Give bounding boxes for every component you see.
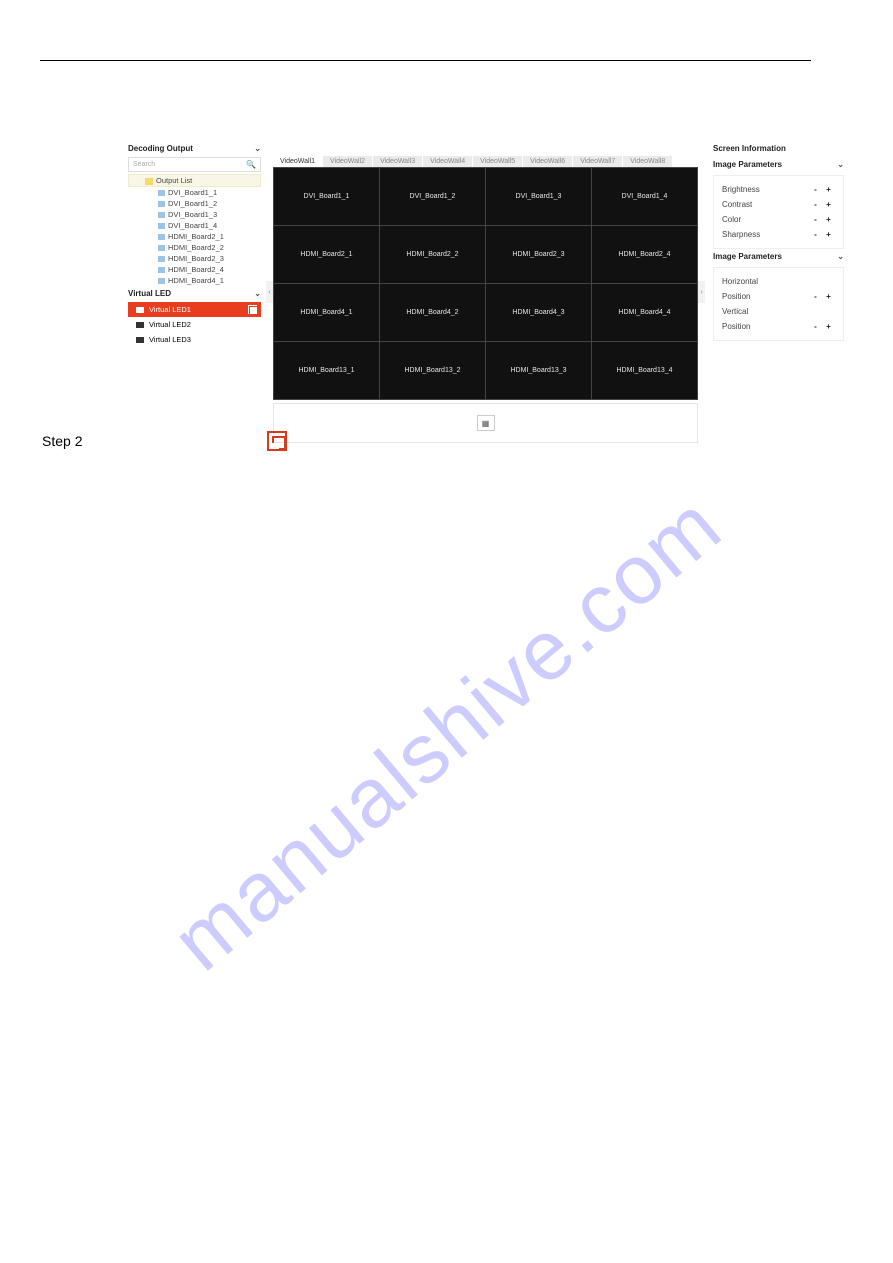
tab-videowall[interactable]: VideoWall4 xyxy=(423,156,472,167)
tree-item[interactable]: DVI_Board1_2 xyxy=(128,198,261,209)
device-icon xyxy=(158,234,165,240)
param-label: Color xyxy=(722,215,809,224)
collapse-left-button[interactable]: ‹ xyxy=(266,281,273,303)
tab-videowall[interactable]: VideoWall7 xyxy=(573,156,622,167)
increase-button[interactable]: + xyxy=(822,200,835,209)
device-icon xyxy=(158,190,165,196)
grid-layout-button[interactable]: ▦ xyxy=(477,415,495,431)
tree-item[interactable]: HDMI_Board4_1 xyxy=(128,275,261,286)
grid-cell[interactable]: HDMI_Board4_4 xyxy=(592,284,697,341)
grid-cell[interactable]: HDMI_Board2_3 xyxy=(486,226,591,283)
image-parameters-card: Brightness - + Contrast - + Color - + Sh… xyxy=(713,175,844,249)
grid-cell[interactable]: HDMI_Board4_3 xyxy=(486,284,591,341)
tab-videowall[interactable]: VideoWall1 xyxy=(273,156,322,167)
monitor-icon xyxy=(136,322,144,328)
tree-item[interactable]: HDMI_Board2_1 xyxy=(128,231,261,242)
increase-button[interactable]: + xyxy=(822,215,835,224)
status-bar: ▦ xyxy=(273,403,698,443)
tab-videowall[interactable]: VideoWall5 xyxy=(473,156,522,167)
grid-cell[interactable]: DVI_Board1_2 xyxy=(380,168,485,225)
increase-button[interactable]: + xyxy=(822,185,835,194)
folder-icon xyxy=(145,178,153,185)
decrease-button[interactable]: - xyxy=(809,230,822,239)
tree-item[interactable]: HDMI_Board2_3 xyxy=(128,253,261,264)
tab-videowall[interactable]: VideoWall2 xyxy=(323,156,372,167)
tab-videowall[interactable]: VideoWall3 xyxy=(373,156,422,167)
grid-cell[interactable]: DVI_Board1_4 xyxy=(592,168,697,225)
virtual-led-item[interactable]: Virtual LED3 xyxy=(128,332,261,347)
param-label: Contrast xyxy=(722,200,809,209)
virtual-led-header[interactable]: Virtual LED ⌄ xyxy=(128,286,261,302)
grid-cell[interactable]: HDMI_Board2_2 xyxy=(380,226,485,283)
decoding-output-label: Decoding Output xyxy=(128,144,193,153)
collapse-right-button[interactable]: › xyxy=(698,281,705,303)
increase-button[interactable]: + xyxy=(822,322,835,331)
device-icon xyxy=(158,278,165,284)
monitor-icon xyxy=(136,337,144,343)
grid-cell[interactable]: HDMI_Board13_1 xyxy=(274,342,379,399)
position-card: Horizontal Position - + Vertical Positio… xyxy=(713,267,844,341)
video-wall-grid: DVI_Board1_1 DVI_Board1_2 DVI_Board1_3 D… xyxy=(273,167,698,400)
decrease-button[interactable]: - xyxy=(809,185,822,194)
tree-root-label: Output List xyxy=(156,176,192,185)
position-label: Position xyxy=(722,322,809,331)
chevron-down-icon: ⌄ xyxy=(837,160,844,169)
grid-cell[interactable]: HDMI_Board4_2 xyxy=(380,284,485,341)
tab-videowall[interactable]: VideoWall8 xyxy=(623,156,672,167)
grid-cell[interactable]: HDMI_Board2_4 xyxy=(592,226,697,283)
grid-cell[interactable]: HDMI_Board13_4 xyxy=(592,342,697,399)
grid-cell[interactable]: DVI_Board1_3 xyxy=(486,168,591,225)
image-parameters-header-2[interactable]: Image Parameters ⌄ xyxy=(713,249,844,265)
param-label: Brightness xyxy=(722,185,809,194)
chevron-down-icon: ⌄ xyxy=(837,252,844,261)
tree-root-output-list[interactable]: Output List xyxy=(128,174,261,187)
virtual-led-item[interactable]: Virtual LED2 xyxy=(128,317,261,332)
decrease-button[interactable]: - xyxy=(809,292,822,301)
increase-button[interactable]: + xyxy=(822,292,835,301)
search-icon: 🔍 xyxy=(246,160,256,169)
device-icon xyxy=(158,245,165,251)
horizontal-label: Horizontal xyxy=(722,274,835,289)
device-icon xyxy=(158,201,165,207)
screen-info-header: Screen Information xyxy=(713,141,844,157)
grid-cell[interactable]: HDMI_Board2_1 xyxy=(274,226,379,283)
device-icon xyxy=(158,223,165,229)
watermark-text: manualshive.com xyxy=(153,476,739,990)
image-parameters-header[interactable]: Image Parameters ⌄ xyxy=(713,157,844,173)
step-label: Step 2 xyxy=(42,433,267,449)
tree-item[interactable]: DVI_Board1_1 xyxy=(128,187,261,198)
tree-item[interactable]: DVI_Board1_3 xyxy=(128,209,261,220)
tab-videowall[interactable]: VideoWall6 xyxy=(523,156,572,167)
virtual-led-item[interactable]: Virtual LED1 xyxy=(128,302,261,317)
search-input[interactable]: Search 🔍 xyxy=(128,157,261,172)
vertical-label: Vertical xyxy=(722,304,835,319)
decrease-button[interactable]: - xyxy=(809,322,822,331)
chevron-down-icon: ⌄ xyxy=(254,144,261,153)
grid-cell[interactable]: DVI_Board1_1 xyxy=(274,168,379,225)
param-label: Sharpness xyxy=(722,230,809,239)
grid-icon: ▦ xyxy=(482,419,490,428)
edit-icon[interactable] xyxy=(248,305,257,314)
increase-button[interactable]: + xyxy=(822,230,835,239)
virtual-led-label: Virtual LED xyxy=(128,289,171,298)
tree-item[interactable]: HDMI_Board2_4 xyxy=(128,264,261,275)
decoding-output-header[interactable]: Decoding Output ⌄ xyxy=(128,141,261,157)
grid-cell[interactable]: HDMI_Board13_3 xyxy=(486,342,591,399)
device-icon xyxy=(158,256,165,262)
monitor-icon xyxy=(136,307,144,313)
tree-item[interactable]: DVI_Board1_4 xyxy=(128,220,261,231)
edit-icon xyxy=(267,431,287,451)
decrease-button[interactable]: - xyxy=(809,200,822,209)
position-label: Position xyxy=(722,292,809,301)
decrease-button[interactable]: - xyxy=(809,215,822,224)
search-placeholder: Search xyxy=(133,161,155,168)
header-rule xyxy=(40,60,811,61)
device-icon xyxy=(158,267,165,273)
tree-item[interactable]: HDMI_Board2_2 xyxy=(128,242,261,253)
chevron-down-icon: ⌄ xyxy=(254,289,261,298)
grid-cell[interactable]: HDMI_Board13_2 xyxy=(380,342,485,399)
device-icon xyxy=(158,212,165,218)
grid-cell[interactable]: HDMI_Board4_1 xyxy=(274,284,379,341)
